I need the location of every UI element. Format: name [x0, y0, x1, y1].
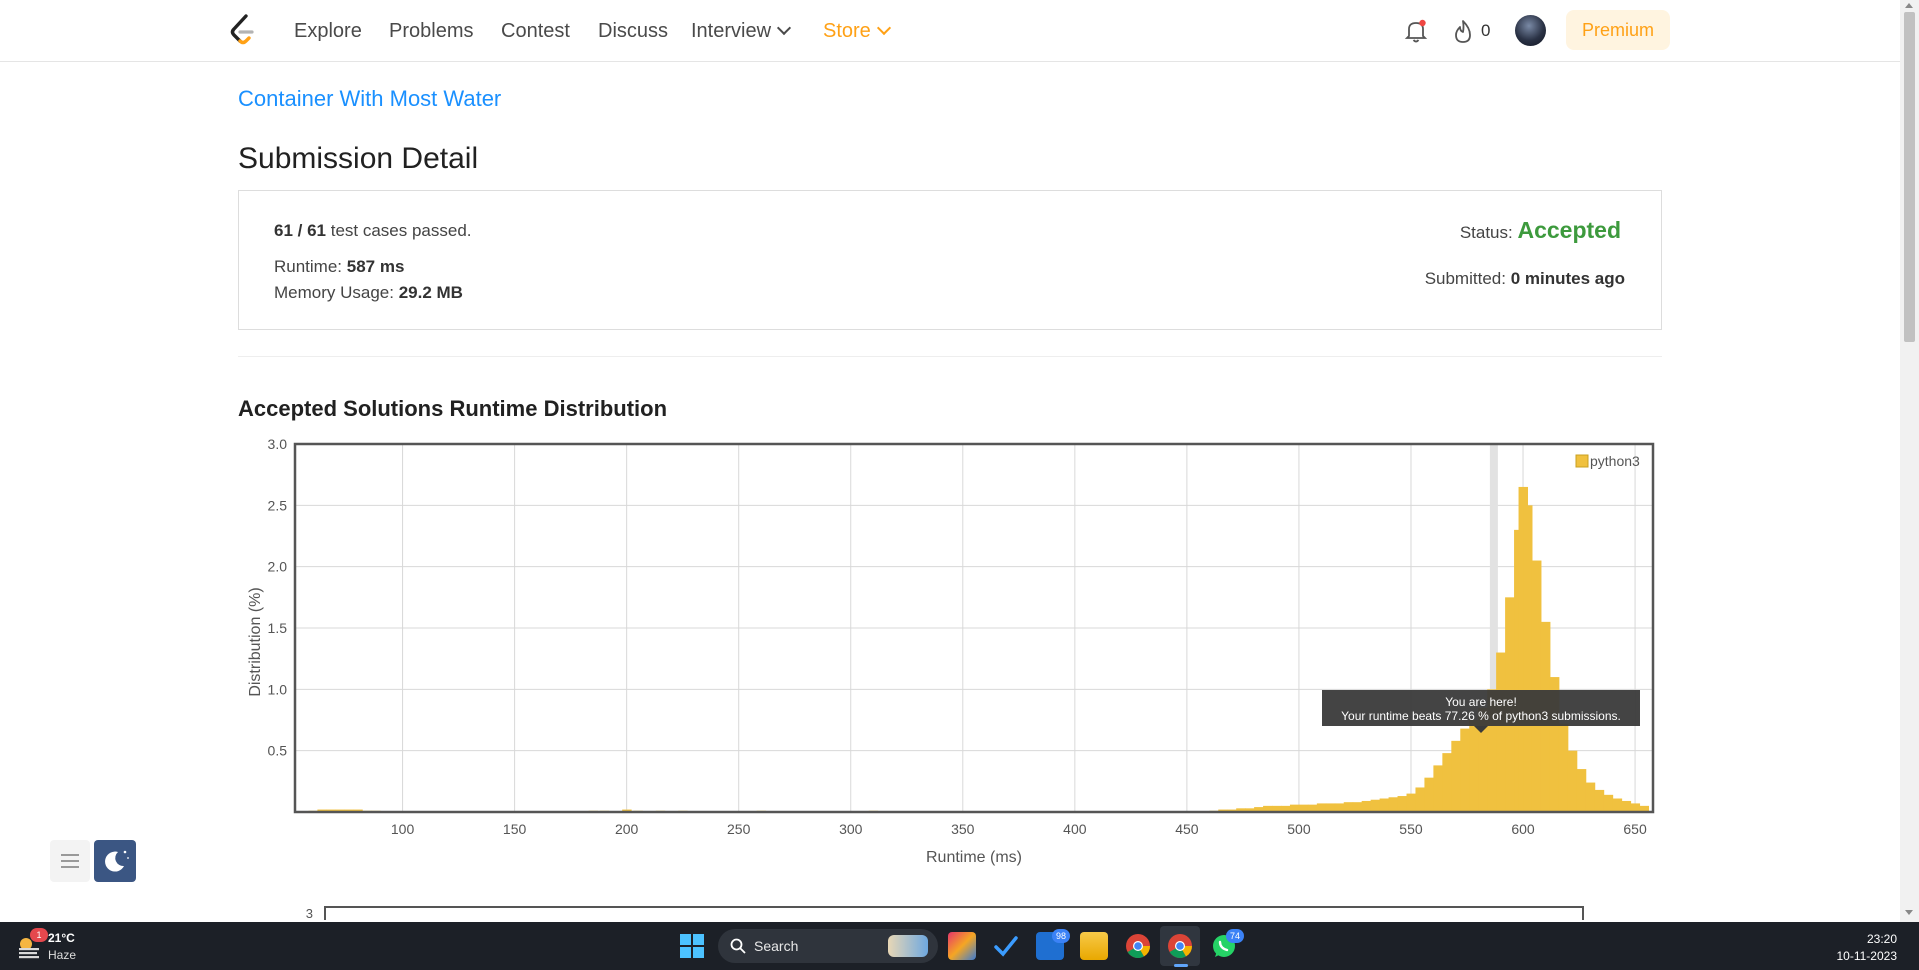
tooltip-line-2: Your runtime beats 77.26 % of python3 su… [1341, 709, 1621, 723]
distribution-bar[interactable] [1496, 652, 1506, 812]
x-tick-label: 250 [727, 821, 751, 837]
moon-icon [105, 850, 129, 872]
distribution-bar[interactable] [1352, 802, 1363, 812]
x-tick-label: 550 [1399, 821, 1423, 837]
x-tick-label: 500 [1287, 821, 1311, 837]
chrome-icon[interactable] [1124, 932, 1152, 960]
distribution-bar[interactable] [1612, 798, 1623, 812]
second-chart-frame [324, 906, 1584, 920]
distribution-bar[interactable] [1415, 787, 1425, 812]
system-clock[interactable]: 23:20 10-11-2023 [1837, 931, 1898, 965]
distribution-bar[interactable] [1388, 797, 1399, 812]
distribution-bar[interactable] [1460, 728, 1470, 812]
taskbar-search[interactable]: Search [718, 929, 938, 963]
x-tick-label: 150 [503, 821, 527, 837]
x-tick-label: 450 [1175, 821, 1199, 837]
distribution-bar[interactable] [1451, 740, 1461, 812]
distribution-bar[interactable] [1558, 723, 1569, 812]
x-tick-label: 600 [1511, 821, 1535, 837]
y-tick-label: 3.0 [268, 436, 288, 452]
distribution-bar[interactable] [1325, 803, 1336, 812]
x-tick-label: 100 [391, 821, 415, 837]
distribution-bar[interactable] [1361, 800, 1372, 812]
x-tick-label: 400 [1063, 821, 1087, 837]
menu-line [61, 860, 79, 862]
distribution-bar[interactable] [1567, 750, 1578, 812]
windows-taskbar: 1 21°C Haze Search 98 74 23:20 10-11-202… [0, 922, 1919, 970]
y-tick-label: 2.5 [268, 497, 288, 513]
page-scrollbar[interactable] [1900, 0, 1919, 922]
file-explorer-icon[interactable] [1080, 932, 1108, 960]
active-indicator [1174, 964, 1188, 967]
scroll-up-arrow-icon[interactable] [1905, 3, 1913, 8]
list-toggle-button[interactable] [50, 840, 90, 882]
windows-start-icon[interactable] [680, 934, 704, 958]
distribution-bar[interactable] [1523, 505, 1533, 812]
whatsapp-badge: 74 [1226, 929, 1244, 943]
x-tick-label: 650 [1623, 821, 1647, 837]
distribution-bar[interactable] [1334, 803, 1345, 812]
chrome-profile-icon[interactable] [1166, 932, 1194, 960]
distribution-bar[interactable] [1594, 789, 1605, 812]
y-tick-label: 2.0 [268, 559, 288, 575]
distribution-bar[interactable] [1621, 800, 1632, 812]
distribution-bar[interactable] [1370, 799, 1381, 812]
distribution-bar[interactable] [1343, 802, 1354, 812]
distribution-bar[interactable] [1406, 793, 1416, 812]
weather-desc: Haze [48, 948, 77, 962]
distribution-bar[interactable] [1469, 720, 1479, 812]
clock-time: 23:20 [1866, 932, 1897, 946]
legend-swatch [1575, 454, 1589, 468]
y-tick-label: 0.5 [268, 743, 288, 759]
distribution-bar[interactable] [1397, 796, 1407, 812]
distribution-bar[interactable] [1603, 794, 1614, 812]
menu-line [61, 854, 79, 856]
search-icon [730, 938, 746, 954]
distribution-bar[interactable] [1379, 798, 1390, 812]
distribution-bar[interactable] [1585, 782, 1596, 812]
scroll-down-arrow-icon[interactable] [1905, 910, 1913, 915]
x-axis-label: Runtime (ms) [926, 849, 1022, 866]
scrollbar-thumb[interactable] [1904, 12, 1915, 342]
weather-badge: 1 [30, 928, 48, 942]
copilot-icon[interactable] [948, 932, 976, 960]
legend: python3 [1575, 453, 1640, 469]
x-tick-label: 350 [951, 821, 975, 837]
y-tick-label: 1.0 [268, 681, 288, 697]
runtime-distribution-chart: 100 150 200 250 300 350 400 450 500 550 600 650 0.5 1… [247, 436, 1655, 920]
menu-line [61, 866, 79, 868]
distribution-bar[interactable] [1630, 803, 1641, 812]
search-highlight-icon [888, 935, 928, 957]
distribution-bar[interactable] [1531, 560, 1542, 812]
distribution-bar[interactable] [1316, 803, 1327, 812]
legend-label: python3 [1590, 453, 1640, 469]
second-chart-ytick: 3 [306, 906, 313, 920]
y-axis-label: Distribution (%) [247, 587, 264, 696]
dark-mode-button[interactable] [94, 840, 136, 882]
distribution-bar[interactable] [1442, 753, 1452, 812]
x-tick-label: 200 [615, 821, 639, 837]
distribution-bar[interactable] [1424, 777, 1434, 812]
clock-date: 10-11-2023 [1836, 949, 1898, 963]
todo-check-icon[interactable] [992, 932, 1020, 960]
distribution-bar[interactable] [1576, 769, 1587, 812]
tooltip-line-1: You are here! [1445, 695, 1517, 709]
x-tick-label: 300 [839, 821, 863, 837]
taskbar-search-label: Search [754, 938, 799, 954]
you-are-here-tooltip: You are here! Your runtime beats 77.26 %… [1322, 690, 1640, 733]
weather-temp: 21°C [48, 931, 75, 945]
y-tick-label: 1.5 [268, 620, 288, 636]
distribution-bar[interactable] [1433, 765, 1443, 812]
outlook-badge: 98 [1052, 929, 1070, 943]
